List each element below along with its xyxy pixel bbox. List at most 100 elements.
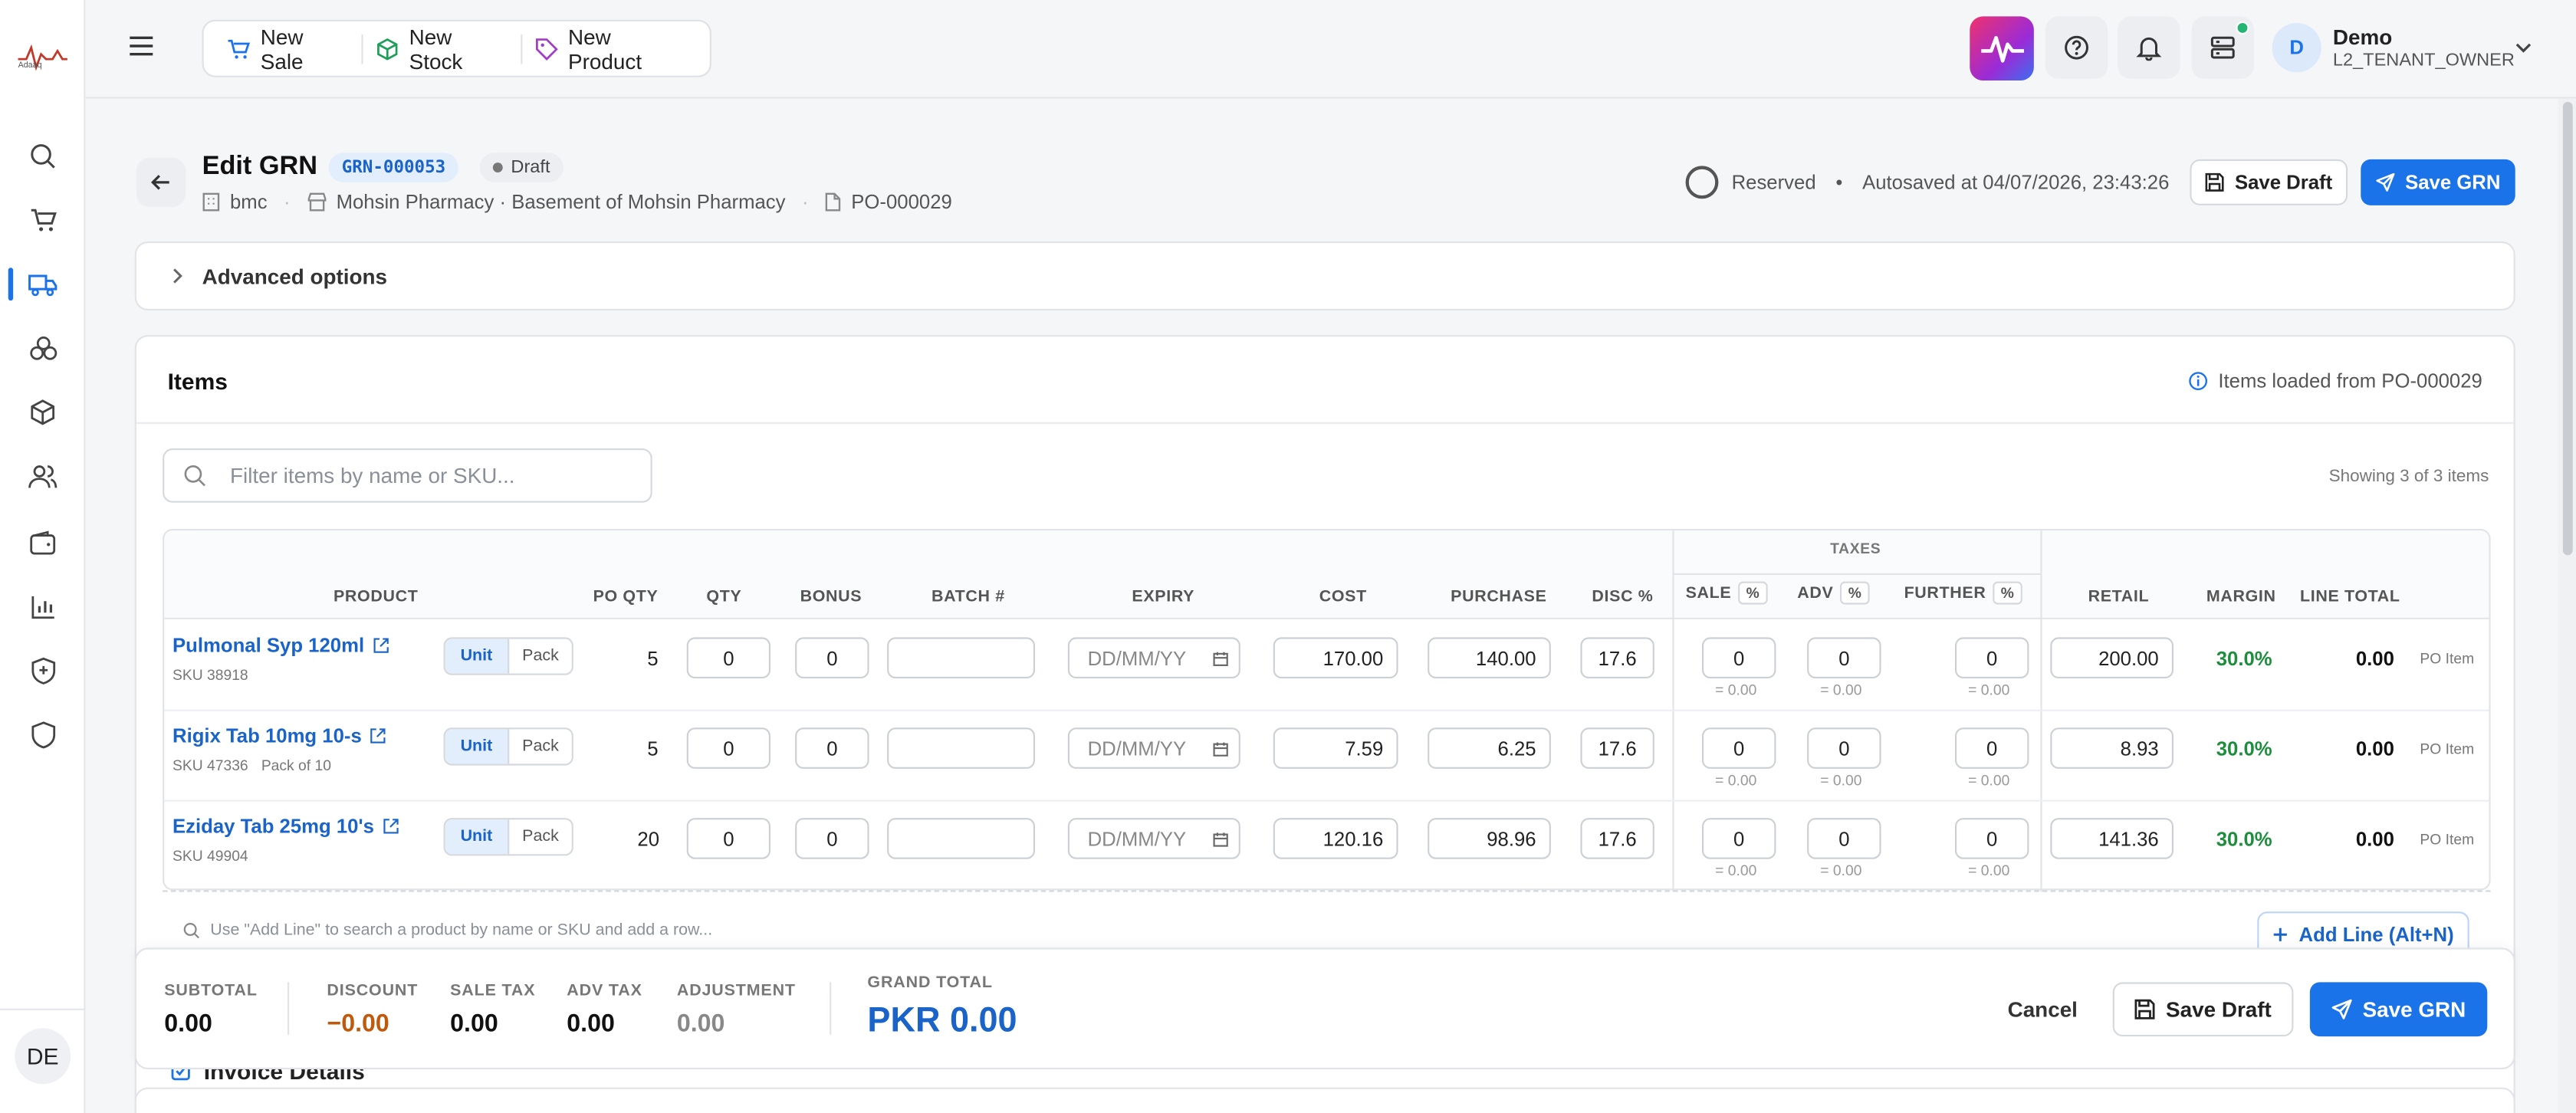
new-sale-button[interactable]: New Sale: [214, 24, 363, 73]
shield-icon[interactable]: [26, 717, 59, 750]
product-link[interactable]: Pulmonal Syp 120ml: [172, 634, 389, 657]
source-label: PO Item: [2420, 831, 2475, 848]
expiry-input[interactable]: DD/MM/YY: [1067, 637, 1240, 678]
batch-input[interactable]: [887, 637, 1035, 678]
disc-input[interactable]: 17.6: [1580, 727, 1654, 769]
unit-pack-toggle[interactable]: Unit Pack: [443, 818, 573, 856]
save-icon: [2135, 999, 2156, 1019]
unit-pack-toggle[interactable]: Unit Pack: [443, 727, 573, 766]
server-status-button[interactable]: [2191, 16, 2254, 79]
purchase-input[interactable]: 140.00: [1428, 637, 1551, 678]
purchase-input[interactable]: 98.96: [1428, 818, 1551, 859]
disc-input[interactable]: 17.6: [1580, 818, 1654, 859]
unit-pack-toggle[interactable]: Unit Pack: [443, 637, 573, 675]
truck-icon[interactable]: [26, 268, 59, 300]
boxes-icon[interactable]: [26, 332, 59, 365]
qty-input[interactable]: 0: [686, 818, 770, 859]
cost-input[interactable]: 170.00: [1273, 637, 1398, 678]
po-reference[interactable]: PO-000029: [851, 191, 952, 214]
package-icon[interactable]: [26, 396, 59, 428]
back-button[interactable]: [136, 157, 186, 207]
disc-input[interactable]: 17.6: [1580, 637, 1654, 678]
pack-option[interactable]: Pack: [509, 819, 571, 854]
cart-icon[interactable]: [26, 204, 59, 237]
retail-input[interactable]: 8.93: [2050, 727, 2174, 769]
expiry-input[interactable]: DD/MM/YY: [1067, 727, 1240, 769]
new-stock-button[interactable]: New Stock: [364, 24, 521, 73]
bar-chart-icon[interactable]: [26, 589, 59, 622]
product-link[interactable]: Rigix Tab 10mg 10-s: [172, 724, 386, 747]
further-tax-input[interactable]: 0: [1955, 727, 2029, 769]
filter-items-input[interactable]: Filter items by name or SKU...: [163, 448, 652, 503]
cost-input[interactable]: 7.59: [1273, 727, 1398, 769]
batch-input[interactable]: [887, 818, 1035, 859]
reserved-status: Reserved • Autosaved at 04/07/2026, 23:4…: [1685, 166, 2169, 199]
further-tax-input[interactable]: 0: [1955, 637, 2029, 678]
adv-percent-toggle[interactable]: %: [1840, 581, 1871, 605]
adv-tax-input[interactable]: 0: [1807, 727, 1881, 769]
po-qty-value: 20: [637, 828, 660, 851]
sale-tax-input[interactable]: 0: [1702, 637, 1776, 678]
advanced-options-panel[interactable]: Advanced options: [134, 241, 2515, 310]
sale-tax-input[interactable]: 0: [1702, 818, 1776, 859]
hamburger-menu-icon[interactable]: [125, 30, 158, 63]
new-product-button[interactable]: New Product: [523, 24, 700, 73]
sale-tax-amount: = 0.00: [1715, 772, 1757, 789]
cancel-button[interactable]: Cancel: [2008, 997, 2078, 1022]
pack-option[interactable]: Pack: [509, 729, 571, 763]
arrow-left-icon: [151, 175, 169, 190]
sidebar-avatar[interactable]: DE: [15, 1028, 71, 1085]
further-percent-toggle[interactable]: %: [1993, 581, 2023, 605]
unit-option[interactable]: Unit: [445, 729, 510, 764]
line-total-value: 0.00: [2355, 828, 2394, 851]
document-icon: [825, 192, 841, 212]
bonus-input[interactable]: 0: [795, 637, 869, 678]
pulse-app-button[interactable]: [1970, 16, 2034, 80]
notifications-button[interactable]: [2118, 16, 2180, 79]
footer-save-grn-button[interactable]: Save GRN: [2309, 982, 2488, 1037]
user-avatar[interactable]: D: [2272, 23, 2321, 73]
external-link-icon[interactable]: [383, 818, 399, 834]
external-link-icon[interactable]: [370, 727, 386, 744]
col-batch: BATCH #: [932, 588, 1005, 606]
save-draft-button[interactable]: Save Draft: [2190, 159, 2348, 205]
pulse-icon: [1980, 34, 2023, 62]
info-icon: [2189, 372, 2208, 391]
taxes-divider: [1672, 573, 2041, 575]
footer-save-draft-button[interactable]: Save Draft: [2112, 982, 2294, 1037]
chevron-down-icon[interactable]: [2512, 36, 2535, 59]
purchase-input[interactable]: 6.25: [1428, 727, 1551, 769]
new-sale-label: New Sale: [260, 24, 304, 74]
qty-input[interactable]: 0: [686, 637, 770, 678]
sale-percent-toggle[interactable]: %: [1737, 581, 1769, 605]
qty-input[interactable]: 0: [686, 727, 770, 769]
save-grn-button[interactable]: Save GRN: [2361, 159, 2515, 205]
bonus-input[interactable]: 0: [795, 818, 869, 859]
scrollbar-thumb[interactable]: [2562, 101, 2573, 556]
users-icon[interactable]: [26, 460, 59, 493]
adjustment-value[interactable]: 0.00: [677, 1010, 725, 1038]
shield-plus-icon[interactable]: [26, 654, 59, 687]
cost-input[interactable]: 120.16: [1273, 818, 1398, 859]
retail-input[interactable]: 200.00: [2050, 637, 2174, 678]
adv-tax-input[interactable]: 0: [1807, 818, 1881, 859]
unit-option[interactable]: Unit: [445, 819, 510, 855]
product-link[interactable]: Eziday Tab 25mg 10's: [172, 815, 399, 838]
pack-option[interactable]: Pack: [509, 639, 571, 674]
external-link-icon[interactable]: [373, 637, 389, 653]
search-icon[interactable]: [26, 140, 59, 172]
wallet-icon[interactable]: [26, 526, 59, 559]
retail-input[interactable]: 141.36: [2050, 818, 2174, 859]
batch-input[interactable]: [887, 727, 1035, 769]
unit-option[interactable]: Unit: [445, 639, 510, 674]
help-button[interactable]: [2045, 16, 2108, 79]
bell-icon: [2136, 37, 2162, 61]
adv-tax-input[interactable]: 0: [1807, 637, 1881, 678]
bonus-input[interactable]: 0: [795, 727, 869, 769]
margin-value: 30.0%: [2216, 647, 2272, 671]
sale-tax-input[interactable]: 0: [1702, 727, 1776, 769]
server-icon: [2210, 36, 2235, 59]
user-name[interactable]: Demo: [2333, 25, 2392, 49]
further-tax-input[interactable]: 0: [1955, 818, 2029, 859]
expiry-input[interactable]: DD/MM/YY: [1067, 818, 1240, 859]
